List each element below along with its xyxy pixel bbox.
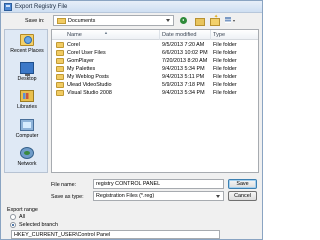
save-as-type-label: Save as type: — [51, 194, 84, 200]
file-date: 6/6/2013 10:02 PM — [162, 50, 208, 56]
file-name: My Weblog Posts — [67, 74, 109, 80]
folder-icon — [56, 74, 64, 80]
window-title: Export Registry File — [15, 4, 68, 10]
selected-branch-input[interactable]: HKEY_CURRENT_USER\Control Panel — [11, 230, 220, 239]
folder-icon — [56, 58, 64, 64]
save-as-type-dropdown[interactable]: Registration Files (*.reg) — [93, 191, 224, 201]
folder-icon — [56, 90, 64, 96]
file-date: 9/4/2013 5:34 PM — [162, 66, 205, 72]
file-type: File folder — [213, 50, 237, 56]
file-date: 5/9/2013 7:18 PM — [162, 82, 205, 88]
back-arrow-icon[interactable] — [179, 16, 190, 25]
registry-app-icon — [4, 3, 12, 11]
export-range-label: Export range — [7, 207, 38, 213]
place-label: Libraries — [17, 104, 37, 110]
column-divider[interactable] — [159, 30, 160, 40]
file-type: File folder — [213, 42, 237, 48]
file-list[interactable]: ▲ Name Date modified Type Corel 9/5/2013… — [51, 29, 259, 173]
file-name: GomPlayer — [67, 58, 94, 64]
file-type: File folder — [213, 58, 237, 64]
new-folder-icon[interactable] — [209, 14, 220, 26]
views-menu-icon[interactable] — [224, 16, 235, 25]
radio-selected-label: Selected branch — [19, 222, 58, 228]
table-row[interactable]: Ulead VideoStudio 5/9/2013 7:18 PM File … — [52, 81, 258, 89]
save-in-dropdown[interactable]: Documents — [53, 15, 174, 26]
file-type: File folder — [213, 90, 237, 96]
chevron-down-icon[interactable] — [166, 19, 170, 22]
column-header-type[interactable]: Type — [213, 32, 225, 38]
file-date: 9/4/2013 5:34 PM — [162, 90, 205, 96]
column-header-name[interactable]: Name — [67, 32, 82, 38]
place-label: Desktop — [17, 76, 37, 82]
place-recent-places[interactable]: Recent Places — [5, 32, 49, 58]
table-row[interactable]: GomPlayer 7/20/2013 8:20 AM File folder — [52, 57, 258, 65]
file-name-input[interactable]: registry CONTROL PANEL — [93, 179, 224, 189]
place-computer[interactable]: Computer — [5, 117, 49, 143]
file-date: 9/4/2013 5:11 PM — [162, 74, 205, 80]
file-type: File folder — [213, 82, 237, 88]
file-date: 7/20/2013 8:20 AM — [162, 58, 208, 64]
computer-icon — [20, 119, 34, 131]
radio-button-checked[interactable] — [10, 222, 16, 228]
file-type: File folder — [213, 74, 237, 80]
navigation-toolbar — [179, 14, 235, 26]
place-network[interactable]: Network — [5, 145, 49, 171]
save-in-value: Documents — [68, 18, 96, 24]
table-row[interactable]: Corel 9/5/2013 7:20 AM File folder — [52, 41, 258, 49]
file-name: Ulead VideoStudio — [67, 82, 112, 88]
chevron-down-icon[interactable] — [216, 195, 220, 198]
network-icon — [20, 147, 34, 159]
place-label: Computer — [15, 133, 39, 139]
place-libraries[interactable]: Libraries — [5, 88, 49, 114]
save-as-type-value: Registration Files (*.reg) — [96, 193, 155, 199]
table-row[interactable]: Corel User Files 6/6/2013 10:02 PM File … — [52, 49, 258, 57]
column-header-date[interactable]: Date modified — [162, 32, 197, 38]
desktop-icon — [20, 62, 34, 76]
up-folder-icon[interactable] — [194, 16, 205, 26]
cancel-button[interactable]: Cancel — [228, 191, 257, 201]
documents-folder-icon — [57, 18, 66, 24]
export-registry-dialog: Export Registry File Save in: Documents … — [0, 0, 263, 240]
file-type: File folder — [213, 66, 237, 72]
places-bar: Recent Places Desktop Libraries Computer… — [4, 29, 48, 173]
radio-button[interactable] — [10, 214, 16, 220]
place-desktop[interactable]: Desktop — [5, 60, 49, 86]
folder-icon — [56, 82, 64, 88]
sort-ascending-icon: ▲ — [104, 30, 108, 35]
title-bar: Export Registry File — [1, 1, 262, 13]
file-name-label: File name: — [51, 182, 77, 188]
table-row[interactable]: Visual Studio 2008 9/4/2013 5:34 PM File… — [52, 89, 258, 97]
file-name: Corel — [67, 42, 80, 48]
libraries-icon — [20, 90, 34, 102]
file-rows: Corel 9/5/2013 7:20 AM File folder Corel… — [52, 41, 258, 97]
folder-icon — [56, 50, 64, 56]
file-name: My Palettes — [67, 66, 96, 72]
column-header-row: ▲ Name Date modified Type — [52, 30, 258, 40]
table-row[interactable]: My Palettes 9/4/2013 5:34 PM File folder — [52, 65, 258, 73]
file-name: Corel User Files — [67, 50, 106, 56]
recent-places-icon — [20, 34, 34, 46]
place-label: Network — [17, 161, 37, 167]
table-row[interactable]: My Weblog Posts 9/4/2013 5:11 PM File fo… — [52, 73, 258, 81]
save-button[interactable]: Save — [228, 179, 257, 189]
folder-icon — [56, 66, 64, 72]
save-in-label: Save in: — [25, 18, 45, 24]
place-label: Recent Places — [10, 48, 44, 54]
file-date: 9/5/2013 7:20 AM — [162, 42, 205, 48]
folder-icon — [56, 42, 64, 48]
column-divider[interactable] — [210, 30, 211, 40]
radio-all-label: All — [19, 214, 25, 220]
file-name: Visual Studio 2008 — [67, 90, 112, 96]
